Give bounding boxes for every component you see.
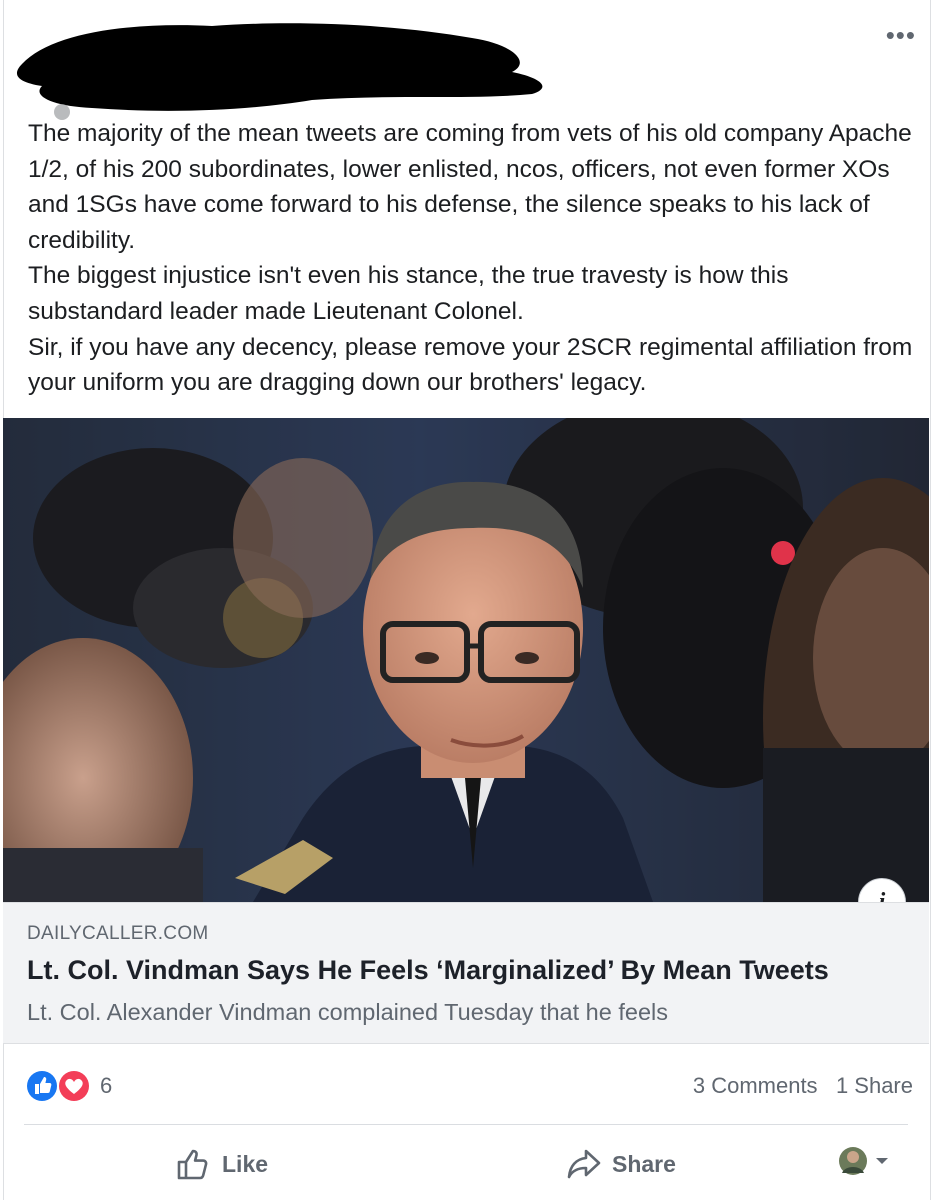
link-domain: DAILYCALLER.COM <box>27 923 209 944</box>
love-icon <box>57 1069 91 1103</box>
share-button[interactable]: Share <box>566 1146 676 1182</box>
like-button[interactable]: Like <box>176 1146 268 1182</box>
more-options-icon[interactable]: ••• <box>886 22 916 48</box>
like-label: Like <box>222 1150 269 1177</box>
redacted-author-name <box>16 23 543 120</box>
post-paragraph: Sir, if you have any decency, please rem… <box>28 333 913 397</box>
post-paragraph: The biggest injustice isn't even his sta… <box>28 262 789 325</box>
link-preview-details[interactable]: DAILYCALLER.COM Lt. Col. Vindman Says He… <box>3 902 929 1044</box>
engagement-counts: 3 Comments 1 Share <box>693 1073 913 1099</box>
link-title[interactable]: Lt. Col. Vindman Says He Feels ‘Marginal… <box>27 955 829 986</box>
link-description: Lt. Col. Alexander Vindman complained Tu… <box>27 999 668 1025</box>
avatar <box>839 1147 867 1175</box>
chevron-down-icon <box>876 1158 888 1164</box>
post-message: The majority of the mean tweets are comi… <box>28 116 918 401</box>
post-as-selector[interactable] <box>838 1146 890 1176</box>
reaction-count[interactable]: 6 <box>100 1073 112 1099</box>
reaction-icons[interactable] <box>24 1068 96 1104</box>
comments-count[interactable]: 3 Comments <box>693 1073 818 1098</box>
share-arrow-icon <box>567 1149 601 1179</box>
like-icon <box>25 1069 59 1103</box>
post-paragraph: The majority of the mean tweets are comi… <box>28 120 912 254</box>
link-preview-image[interactable] <box>3 418 929 902</box>
shares-count[interactable]: 1 Share <box>836 1073 913 1098</box>
share-label: Share <box>612 1150 676 1177</box>
divider <box>24 1124 908 1125</box>
thumbs-up-icon <box>177 1149 208 1180</box>
